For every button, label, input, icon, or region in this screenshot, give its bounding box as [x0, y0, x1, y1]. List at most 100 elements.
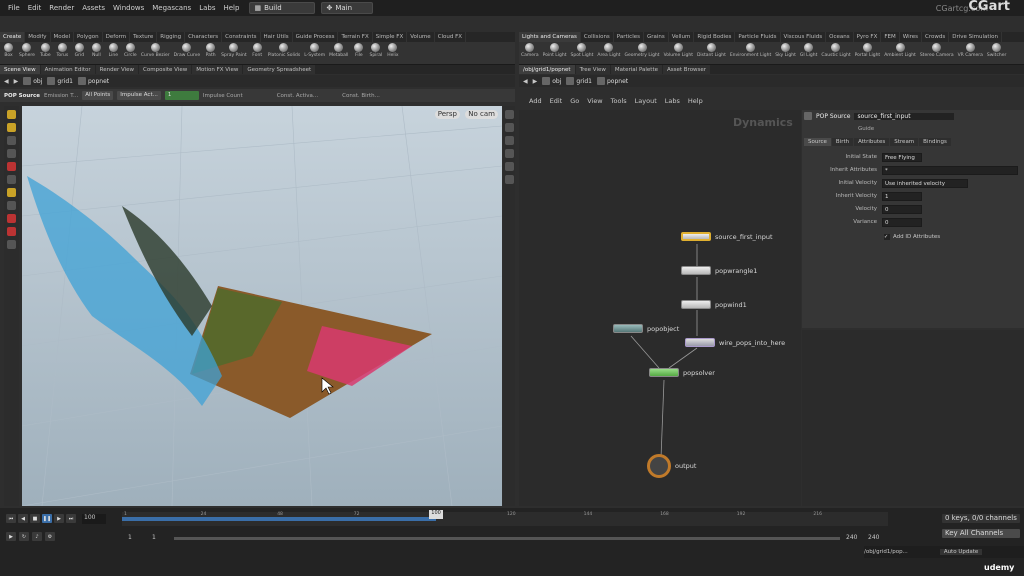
- tool-caustic-light[interactable]: Caustic Light: [819, 43, 852, 58]
- shelf-tab-collisions[interactable]: Collisions: [581, 32, 614, 42]
- shelf-tab-volume[interactable]: Volume: [407, 32, 435, 42]
- shelf-tab-modify[interactable]: Modify: [25, 32, 51, 42]
- shelf-tab-model[interactable]: Model: [51, 32, 75, 42]
- param-tab-bindings[interactable]: Bindings: [919, 138, 951, 146]
- param-tab-stream[interactable]: Stream: [890, 138, 919, 146]
- network-menu-go[interactable]: Go: [570, 97, 579, 105]
- param-field[interactable]: Use inherited velocity: [882, 179, 968, 188]
- camera-icon[interactable]: [504, 149, 514, 158]
- shelf-tab-wires[interactable]: Wires: [900, 32, 923, 42]
- tool-ambient-light[interactable]: Ambient Light: [882, 43, 918, 58]
- tab-animation-editor[interactable]: Animation Editor: [40, 65, 95, 74]
- prev-frame-icon[interactable]: ◀: [18, 514, 28, 523]
- shelf-tab-particle-fluids[interactable]: Particle Fluids: [735, 32, 781, 42]
- tool-torus[interactable]: Torus: [54, 43, 71, 58]
- info-icon[interactable]: [7, 240, 16, 249]
- tool-portal-light[interactable]: Portal Light: [853, 43, 883, 58]
- crumb-obj[interactable]: obj: [542, 77, 561, 85]
- shelf-tab-texture[interactable]: Texture: [130, 32, 158, 42]
- auto-update-button[interactable]: Auto Update: [939, 549, 983, 555]
- shading-icon[interactable]: [504, 123, 514, 132]
- tab-scene-view[interactable]: Scene View: [0, 65, 40, 74]
- shelf-tab-create[interactable]: Create: [0, 32, 26, 42]
- tab-obj-grid1-popnet[interactable]: /obj/grid1/popnet: [519, 65, 575, 74]
- tool-path[interactable]: Path: [202, 43, 219, 58]
- tool-null[interactable]: Null: [88, 43, 105, 58]
- scene-viewport[interactable]: Persp No cam: [22, 106, 502, 506]
- tab-motion-fx-view[interactable]: Motion FX View: [192, 65, 243, 74]
- loop-icon[interactable]: ↻: [19, 532, 29, 541]
- tool-distant-light[interactable]: Distant Light: [695, 43, 728, 58]
- shelf-tab-simple-fx[interactable]: Simple FX: [373, 32, 408, 42]
- tool-metaball[interactable]: Metaball: [327, 43, 350, 58]
- tool-platonic-solids[interactable]: Platonic Solids: [266, 43, 303, 58]
- tool-sky-light[interactable]: Sky Light: [773, 43, 798, 58]
- menu-file[interactable]: File: [4, 0, 24, 16]
- select-tool-icon[interactable]: [7, 110, 16, 119]
- crumb-popnet[interactable]: popnet: [77, 77, 109, 85]
- crumb-grid1[interactable]: grid1: [566, 77, 592, 85]
- tool-tube[interactable]: Tube: [37, 43, 54, 58]
- persp-dropdown[interactable]: Persp: [434, 110, 460, 119]
- back-icon[interactable]: ◀: [4, 78, 9, 85]
- points-dropdown[interactable]: All Points: [82, 91, 114, 100]
- tab-material-palette[interactable]: Material Palette: [610, 65, 662, 74]
- tool-camera[interactable]: Camera: [519, 43, 541, 58]
- menu-assets[interactable]: Assets: [78, 0, 109, 16]
- shelf-tab-constraints[interactable]: Constraints: [222, 32, 261, 42]
- bg-icon[interactable]: [504, 162, 514, 171]
- menu-labs[interactable]: Labs: [195, 0, 219, 16]
- realtime-icon[interactable]: ▶: [6, 532, 16, 541]
- node-popsolver[interactable]: popsolver: [649, 368, 715, 377]
- impulse-field[interactable]: 1: [164, 91, 199, 100]
- tool-curve-bezier[interactable]: Curve Bezier: [139, 43, 172, 58]
- menu-megascans[interactable]: Megascans: [148, 0, 195, 16]
- tool-spot-light[interactable]: Spot Light: [569, 43, 596, 58]
- tool-l-system[interactable]: L-System: [302, 43, 327, 58]
- tool-gi-light[interactable]: GI Light: [798, 43, 819, 58]
- shelf-tab-crowds[interactable]: Crowds: [922, 32, 950, 42]
- network-menu-help[interactable]: Help: [688, 97, 703, 105]
- param-field[interactable]: 0: [882, 218, 922, 227]
- shelf-tab-drive-simulation[interactable]: Drive Simulation: [949, 32, 1002, 42]
- shelf-tab-lights-and-cameras[interactable]: Lights and Cameras: [519, 32, 581, 42]
- tool-point-light[interactable]: Point Light: [541, 43, 569, 58]
- network-menu-layout[interactable]: Layout: [635, 97, 657, 105]
- network-menu-view[interactable]: View: [587, 97, 602, 105]
- pose-tool-icon[interactable]: [7, 123, 16, 132]
- end-frame-2[interactable]: 240: [868, 534, 879, 541]
- camera-dropdown[interactable]: No cam: [465, 110, 498, 119]
- start-frame-2[interactable]: 1: [152, 534, 156, 541]
- shelf-tab-viscous-fluids[interactable]: Viscous Fluids: [781, 32, 827, 42]
- menu-windows[interactable]: Windows: [109, 0, 148, 16]
- shelf-tab-polygon[interactable]: Polygon: [74, 32, 103, 42]
- shelf-tab-terrain-fx[interactable]: Terrain FX: [338, 32, 373, 42]
- key-all-channels-button[interactable]: Key All Channels: [942, 529, 1020, 538]
- shelf-tab-vellum[interactable]: Vellum: [669, 32, 695, 42]
- param-tab-birth[interactable]: Birth: [831, 138, 854, 146]
- tool-volume-light[interactable]: Volume Light: [662, 43, 695, 58]
- tool-environment-light[interactable]: Environment Light: [728, 43, 773, 58]
- shelf-tab-characters[interactable]: Characters: [185, 32, 223, 42]
- tool-sphere[interactable]: Sphere: [17, 43, 37, 58]
- start-frame[interactable]: 1: [128, 534, 132, 541]
- last-frame-icon[interactable]: ⏭: [66, 514, 76, 523]
- tool-vr-camera[interactable]: VR Camera: [956, 43, 985, 58]
- record-icon[interactable]: [7, 162, 16, 171]
- shelf-tab-rigging[interactable]: Rigging: [157, 32, 186, 42]
- network-menu-labs[interactable]: Labs: [665, 97, 680, 105]
- param-tab-attributes[interactable]: Attributes: [854, 138, 890, 146]
- emission-type[interactable]: Emission T...: [44, 93, 78, 99]
- shelf-tab-oceans[interactable]: Oceans: [826, 32, 854, 42]
- frame-field[interactable]: 100: [82, 514, 106, 524]
- timeline-track[interactable]: 124487296120144168192216 100: [122, 510, 888, 526]
- playhead[interactable]: 100: [429, 510, 444, 519]
- tab-geometry-spreadsheet[interactable]: Geometry Spreadsheet: [243, 65, 316, 74]
- shelf-tab-particles[interactable]: Particles: [614, 32, 644, 42]
- shelf-tab-pyro-fx[interactable]: Pyro FX: [854, 32, 882, 42]
- node-wire-pops-into-here[interactable]: wire_pops_into_here: [685, 338, 785, 347]
- shelf-tab-hair-utils[interactable]: Hair Utils: [261, 32, 293, 42]
- param-field[interactable]: *: [882, 166, 1018, 175]
- impulse-dropdown[interactable]: Impulse Act...: [117, 91, 161, 100]
- tab-asset-browser[interactable]: Asset Browser: [663, 65, 711, 74]
